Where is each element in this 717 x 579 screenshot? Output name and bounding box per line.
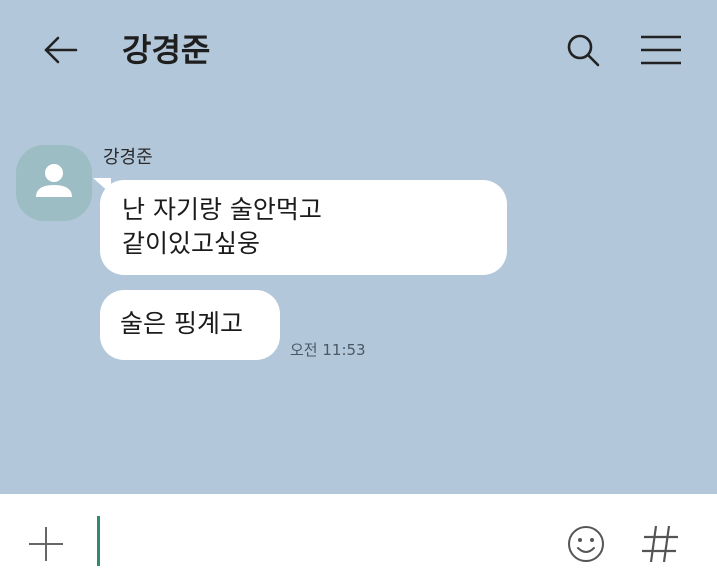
message-bubble[interactable]: 술은 핑계고 [100, 290, 280, 360]
hashtag-button[interactable] [638, 521, 682, 567]
emoji-icon [568, 526, 604, 562]
hamburger-menu-icon [641, 35, 681, 65]
back-button[interactable] [40, 30, 80, 70]
message-text-line: 난 자기랑 술안먹고 [122, 195, 322, 224]
chat-title: 강경준 [122, 31, 211, 69]
search-button[interactable] [563, 30, 603, 70]
message-input-bar [0, 494, 717, 579]
message-text-line: 같이있고싶웅 [122, 229, 261, 258]
menu-button[interactable] [638, 30, 684, 70]
plus-icon [29, 527, 63, 561]
hashtag-icon [642, 525, 678, 563]
profile-person-icon [36, 164, 72, 197]
message-input-field[interactable] [97, 516, 100, 566]
message-text-line: 술은 핑계고 [120, 309, 243, 338]
message-timestamp: 오전 11:53 [290, 341, 366, 359]
sender-name: 강경준 [103, 147, 153, 168]
attach-button[interactable] [26, 524, 66, 564]
chat-header: 강경준 [0, 0, 717, 100]
emoji-button[interactable] [566, 524, 606, 564]
search-icon [567, 34, 600, 67]
arrow-left-icon [44, 36, 78, 64]
message-bubble[interactable]: 난 자기랑 술안먹고 같이있고싶웅 [100, 180, 507, 275]
avatar[interactable] [16, 145, 92, 221]
